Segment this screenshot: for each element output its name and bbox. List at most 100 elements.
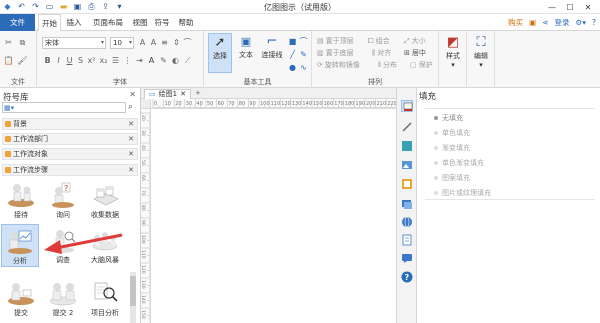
comment-icon[interactable] — [401, 252, 413, 264]
fill-option-radio[interactable] — [434, 146, 438, 150]
polyline-icon[interactable]: ⌒ — [299, 37, 308, 46]
paste-icon[interactable]: 📋 — [4, 56, 14, 65]
align-icon[interactable]: ≡ — [160, 38, 169, 47]
maximize-button[interactable]: ☐ — [561, 0, 579, 14]
symbol-search-input[interactable]: ▦▾ — [2, 102, 126, 113]
fill-color-icon[interactable]: ◐ — [171, 56, 180, 65]
style-button[interactable]: ◩ 样式 ▾ — [441, 34, 465, 70]
document-tab[interactable]: ▭ 绘图1 ✕ — [144, 89, 191, 99]
numbering-icon[interactable]: ⋮ — [123, 56, 132, 65]
shape-collect-data[interactable]: 收集数据 — [86, 179, 124, 222]
page-icon[interactable] — [401, 178, 413, 190]
settings-gear-icon[interactable]: ⚙▾ — [576, 18, 587, 27]
close-button[interactable]: ✕ — [579, 0, 597, 14]
pen-tool-icon[interactable]: ✎ — [299, 50, 308, 59]
help-circle-icon[interactable]: ? — [401, 271, 413, 283]
italic-icon[interactable]: I — [54, 56, 63, 65]
menu-home[interactable]: 开始 — [38, 14, 61, 32]
shape-project-analysis[interactable]: 项目分析 — [86, 277, 124, 320]
send-to-back-button[interactable]: ▥ 置于底层 — [317, 48, 354, 58]
size-button[interactable]: ⤢ 大小 — [404, 36, 426, 46]
select-tool-button[interactable]: ➚ 选择 — [208, 33, 232, 73]
cart-icon[interactable]: ▣ — [529, 18, 536, 27]
globe-icon[interactable] — [401, 216, 413, 228]
line-spacing-icon[interactable]: ⇕ — [172, 38, 181, 47]
text-direction-icon[interactable]: ⌒ — [183, 38, 192, 47]
category-close-icon[interactable]: ✕ — [128, 165, 134, 175]
line-color-icon[interactable]: ⟋ — [183, 56, 192, 65]
group-button[interactable]: ⧠ 组合 — [368, 36, 390, 46]
category-workflow-objects[interactable]: 工作流对象 ✕ — [2, 148, 138, 160]
indent-icon[interactable]: ⇥ — [135, 56, 144, 65]
menu-symbols[interactable]: 符号 — [153, 14, 171, 31]
protect-button[interactable]: ▢ 保护 — [410, 60, 433, 70]
buy-link[interactable]: 购买 — [508, 17, 523, 28]
rectangle-shape-icon[interactable]: ■ — [288, 37, 297, 46]
category-close-icon[interactable]: ✕ — [128, 149, 134, 159]
grow-font-icon[interactable]: A — [138, 38, 147, 47]
fill-option-pattern[interactable]: 图案填充 — [442, 173, 470, 183]
shape-inquiry[interactable]: ? 询问 — [44, 179, 82, 222]
category-workflow-departments[interactable]: 工作流部门 ✕ — [2, 133, 138, 145]
fill-option-none[interactable]: 无填充 — [442, 113, 463, 123]
font-color-icon[interactable]: A — [147, 56, 156, 65]
fill-option-radio[interactable] — [434, 161, 438, 165]
new-tab-icon[interactable]: + — [195, 89, 201, 97]
line-style-icon[interactable] — [401, 121, 413, 133]
rotate-mirror-button[interactable]: ⟳ 旋转和镜像 — [317, 60, 360, 70]
shape-analysis[interactable]: 分析 — [1, 224, 39, 267]
scissors-icon[interactable]: ✂ — [4, 38, 13, 47]
fill-option-radio[interactable] — [434, 116, 438, 120]
export-icon[interactable]: ⇪ — [101, 2, 110, 11]
shrink-font-icon[interactable]: A — [149, 38, 158, 47]
bullets-icon[interactable]: ☰ — [111, 56, 120, 65]
font-name-select[interactable]: 宋体 — [42, 37, 106, 49]
fill-tool-icon[interactable] — [401, 100, 413, 112]
print-icon[interactable]: ⎙ — [87, 2, 96, 11]
line-shape-icon[interactable]: ╱ — [288, 50, 297, 59]
category-close-icon[interactable]: ✕ — [128, 134, 134, 144]
shape-reception[interactable]: 接待 — [2, 179, 40, 222]
new-file-icon[interactable]: ▭ — [45, 2, 54, 11]
align-button[interactable]: ⫼ 对齐 — [372, 48, 391, 58]
distribute-button[interactable]: ⫴ 分布 — [378, 60, 397, 70]
font-size-select[interactable]: 10 — [110, 37, 134, 49]
customize-toolbar-icon[interactable]: ▾ — [115, 2, 124, 11]
curve-tool-icon[interactable]: ∿ — [299, 63, 308, 72]
shape-submit[interactable]: 提交 — [2, 277, 40, 320]
category-workflow-steps[interactable]: 工作流步骤 ✕ — [2, 164, 138, 176]
save-icon[interactable]: ▣ — [73, 2, 82, 11]
layers-icon[interactable] — [401, 198, 413, 210]
menu-view[interactable]: 视图 — [131, 14, 149, 31]
document-outline-icon[interactable] — [401, 234, 413, 246]
bring-to-front-button[interactable]: ▤ 置于顶层 — [317, 36, 354, 46]
strikethrough-icon[interactable]: S — [76, 56, 85, 65]
fill-option-radio[interactable] — [434, 176, 438, 180]
connector-tool-button[interactable]: ⌐ 连接线 — [260, 33, 284, 73]
format-painter-icon[interactable]: 🖌 — [17, 56, 27, 65]
bold-icon[interactable]: B — [43, 56, 52, 65]
category-background[interactable]: 背景 ✕ — [2, 118, 138, 130]
fill-option-gradient[interactable]: 渐变填充 — [442, 143, 470, 153]
menu-help[interactable]: 帮助 — [177, 14, 195, 31]
tab-close-icon[interactable]: ✕ — [180, 90, 186, 99]
open-folder-icon[interactable]: ▬ — [59, 2, 68, 11]
subscript-icon[interactable]: x₂ — [99, 56, 108, 65]
share-icon[interactable]: ⋖ — [542, 18, 548, 27]
ellipse-shape-icon[interactable]: ● — [288, 63, 297, 72]
fill-option-radio[interactable] — [434, 191, 438, 195]
category-close-icon[interactable]: ✕ — [128, 119, 134, 129]
search-icon[interactable]: ⌕ — [128, 102, 133, 112]
menu-page-layout[interactable]: 页面布局 — [89, 14, 127, 31]
minimize-button[interactable]: — — [543, 0, 561, 14]
fill-option-single-gradient[interactable]: 单色渐变填充 — [442, 158, 484, 168]
text-tool-button[interactable]: ▣ 文本 — [234, 33, 258, 73]
redo-icon[interactable]: ↷ — [31, 2, 40, 11]
panel-scrollbar[interactable] — [129, 272, 137, 323]
underline-icon[interactable]: U — [65, 56, 74, 65]
shadow-icon[interactable] — [401, 140, 413, 152]
fill-option-radio[interactable] — [434, 131, 438, 135]
menu-file[interactable]: 文件 — [0, 14, 35, 31]
highlight-icon[interactable]: ✎ — [159, 56, 168, 65]
help-icon[interactable]: ? — [592, 18, 596, 27]
